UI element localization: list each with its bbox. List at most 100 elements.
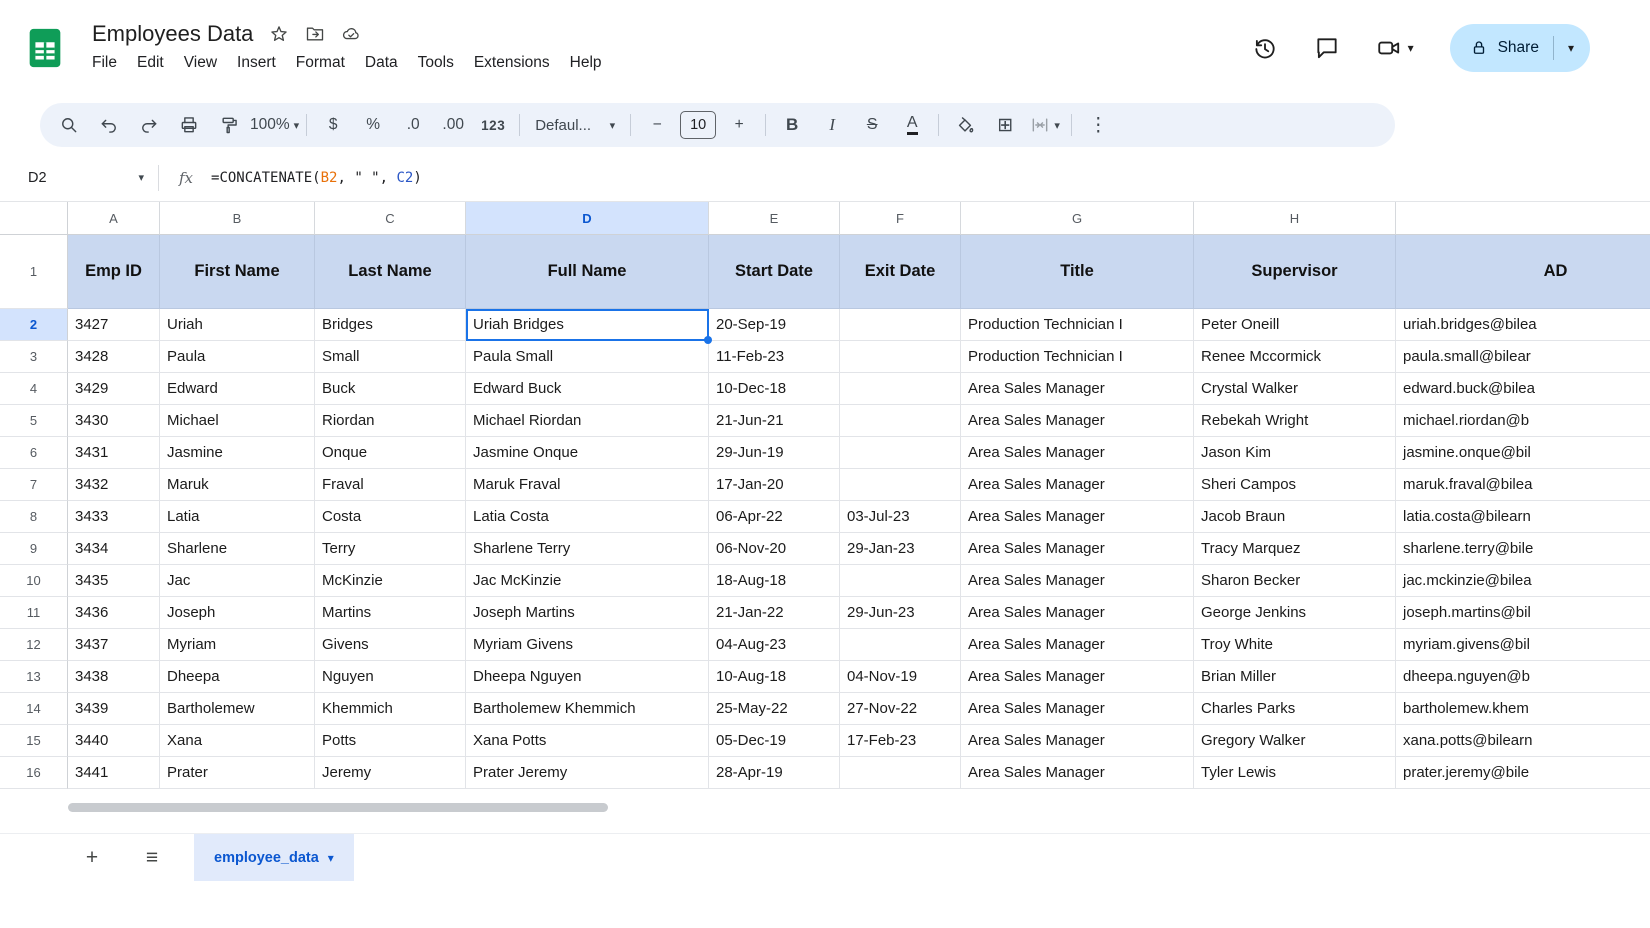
italic-button[interactable]: I <box>813 106 851 144</box>
cell-C13[interactable]: Nguyen <box>315 661 466 693</box>
cell-G16[interactable]: Area Sales Manager <box>961 757 1194 789</box>
comments-icon[interactable] <box>1314 35 1340 61</box>
borders-button[interactable]: ⊞ <box>986 106 1024 144</box>
column-header-A[interactable]: A <box>68 202 160 235</box>
sheet-tab-dropdown-icon[interactable]: ▾ <box>328 852 334 864</box>
cell-E7[interactable]: 17-Jan-20 <box>709 469 840 501</box>
cell-F14[interactable]: 27-Nov-22 <box>840 693 961 725</box>
cell-C15[interactable]: Potts <box>315 725 466 757</box>
menu-view[interactable]: View <box>174 50 227 76</box>
cell-G5[interactable]: Area Sales Manager <box>961 405 1194 437</box>
cell-B15[interactable]: Xana <box>160 725 315 757</box>
cell-F12[interactable] <box>840 629 961 661</box>
cell-D14[interactable]: Bartholemew Khemmich <box>466 693 709 725</box>
cell-E10[interactable]: 18-Aug-18 <box>709 565 840 597</box>
cell-C14[interactable]: Khemmich <box>315 693 466 725</box>
cell-F3[interactable] <box>840 341 961 373</box>
cell-F15[interactable]: 17-Feb-23 <box>840 725 961 757</box>
cell-F7[interactable] <box>840 469 961 501</box>
format-percent-button[interactable]: % <box>354 106 392 144</box>
cell-B4[interactable]: Edward <box>160 373 315 405</box>
name-box[interactable]: D2 ▾ <box>0 170 158 186</box>
cell-H14[interactable]: Charles Parks <box>1194 693 1396 725</box>
cell-D3[interactable]: Paula Small <box>466 341 709 373</box>
menu-edit[interactable]: Edit <box>127 50 174 76</box>
cell-D10[interactable]: Jac McKinzie <box>466 565 709 597</box>
cell-A8[interactable]: 3433 <box>68 501 160 533</box>
cell-H2[interactable]: Peter Oneill <box>1194 309 1396 341</box>
column-header-overflow[interactable] <box>1396 202 1650 235</box>
cell-G2[interactable]: Production Technician I <box>961 309 1194 341</box>
row-number-9[interactable]: 9 <box>0 533 68 565</box>
cell-B7[interactable]: Maruk <box>160 469 315 501</box>
cell-B12[interactable]: Myriam <box>160 629 315 661</box>
row-number-7[interactable]: 7 <box>0 469 68 501</box>
cell-F9[interactable]: 29-Jan-23 <box>840 533 961 565</box>
cell-D13[interactable]: Dheepa Nguyen <box>466 661 709 693</box>
row-number-2[interactable]: 2 <box>0 309 68 341</box>
cell-A11[interactable]: 3436 <box>68 597 160 629</box>
cell-E16[interactable]: 28-Apr-19 <box>709 757 840 789</box>
cell-D15[interactable]: Xana Potts <box>466 725 709 757</box>
cell-B9[interactable]: Sharlene <box>160 533 315 565</box>
cell-E15[interactable]: 05-Dec-19 <box>709 725 840 757</box>
row-number-3[interactable]: 3 <box>0 341 68 373</box>
increase-font-size-button[interactable]: + <box>720 106 758 144</box>
column-header-G[interactable]: G <box>961 202 1194 235</box>
cell-D2[interactable]: Uriah Bridges <box>466 309 709 341</box>
zoom-select[interactable]: 100%▾ <box>250 106 299 144</box>
cell-A13[interactable]: 3438 <box>68 661 160 693</box>
cell-H8[interactable]: Jacob Braun <box>1194 501 1396 533</box>
cell-I7[interactable]: maruk.fraval@bilea <box>1396 469 1650 501</box>
cell-B1[interactable]: First Name <box>160 235 315 309</box>
font-size-input[interactable]: 10 <box>680 111 716 139</box>
cell-I12[interactable]: myriam.givens@bil <box>1396 629 1650 661</box>
cell-H11[interactable]: George Jenkins <box>1194 597 1396 629</box>
cell-C11[interactable]: Martins <box>315 597 466 629</box>
sheets-logo-icon[interactable] <box>22 25 68 71</box>
column-header-B[interactable]: B <box>160 202 315 235</box>
cloud-status-icon[interactable] <box>341 24 361 44</box>
row-number-13[interactable]: 13 <box>0 661 68 693</box>
cell-A7[interactable]: 3432 <box>68 469 160 501</box>
cell-C8[interactable]: Costa <box>315 501 466 533</box>
row-number-12[interactable]: 12 <box>0 629 68 661</box>
cell-A9[interactable]: 3434 <box>68 533 160 565</box>
column-header-D[interactable]: D <box>466 202 709 235</box>
cell-I8[interactable]: latia.costa@bilearn <box>1396 501 1650 533</box>
horizontal-scrollbar[interactable] <box>68 803 608 812</box>
cell-H15[interactable]: Gregory Walker <box>1194 725 1396 757</box>
number-format-button[interactable]: 123 <box>474 106 512 144</box>
row-number-14[interactable]: 14 <box>0 693 68 725</box>
cell-H4[interactable]: Crystal Walker <box>1194 373 1396 405</box>
cell-I4[interactable]: edward.buck@bilea <box>1396 373 1650 405</box>
cell-F11[interactable]: 29-Jun-23 <box>840 597 961 629</box>
cell-G7[interactable]: Area Sales Manager <box>961 469 1194 501</box>
cell-H16[interactable]: Tyler Lewis <box>1194 757 1396 789</box>
cell-I16[interactable]: prater.jeremy@bile <box>1396 757 1650 789</box>
cell-E9[interactable]: 06-Nov-20 <box>709 533 840 565</box>
cell-I10[interactable]: jac.mckinzie@bilea <box>1396 565 1650 597</box>
cell-H1[interactable]: Supervisor <box>1194 235 1396 309</box>
row-number-5[interactable]: 5 <box>0 405 68 437</box>
cell-F5[interactable] <box>840 405 961 437</box>
text-color-button[interactable]: A <box>893 106 931 144</box>
cell-F6[interactable] <box>840 437 961 469</box>
sheet-tab-employee-data[interactable]: employee_data ▾ <box>194 834 354 882</box>
paint-format-button[interactable] <box>210 106 248 144</box>
column-header-E[interactable]: E <box>709 202 840 235</box>
cell-G9[interactable]: Area Sales Manager <box>961 533 1194 565</box>
cell-G15[interactable]: Area Sales Manager <box>961 725 1194 757</box>
cell-I3[interactable]: paula.small@bilear <box>1396 341 1650 373</box>
search-icon[interactable] <box>50 106 88 144</box>
menu-tools[interactable]: Tools <box>408 50 464 76</box>
cell-F4[interactable] <box>840 373 961 405</box>
cell-A1[interactable]: Emp ID <box>68 235 160 309</box>
cell-B11[interactable]: Joseph <box>160 597 315 629</box>
bold-button[interactable]: B <box>773 106 811 144</box>
cell-E11[interactable]: 21-Jan-22 <box>709 597 840 629</box>
row-number-6[interactable]: 6 <box>0 437 68 469</box>
cell-E6[interactable]: 29-Jun-19 <box>709 437 840 469</box>
cell-G13[interactable]: Area Sales Manager <box>961 661 1194 693</box>
menu-extensions[interactable]: Extensions <box>464 50 560 76</box>
